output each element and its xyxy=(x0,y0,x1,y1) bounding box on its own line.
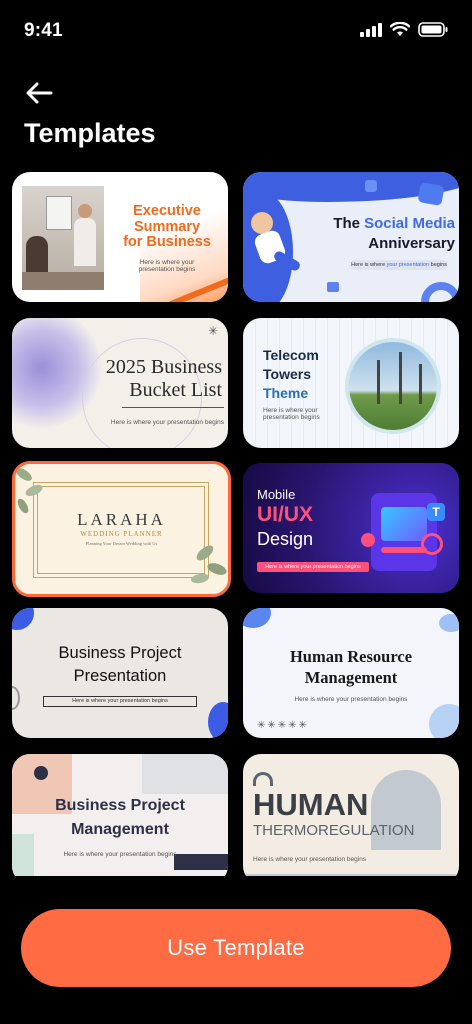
template-title: The Social Media Anniversary xyxy=(333,215,455,252)
template-card-human-resource-management[interactable]: Human Resource Management Here is where … xyxy=(243,608,459,738)
magnifier-icon xyxy=(421,533,443,555)
office-photo xyxy=(22,186,104,290)
battery-icon xyxy=(418,22,448,37)
template-title: Business Project Presentation xyxy=(58,644,182,685)
divider xyxy=(122,407,224,408)
template-card-social-media-anniversary[interactable]: The Social Media Anniversary Here is whe… xyxy=(243,172,459,302)
template-card-executive-summary[interactable]: Executive Summary for Business Here is w… xyxy=(12,172,228,302)
template-subtitle: Here is where your presentation begins xyxy=(350,260,448,270)
tower-photo xyxy=(345,338,441,434)
whiteboard xyxy=(46,196,72,230)
wifi-icon xyxy=(390,22,410,36)
chat-icon xyxy=(417,182,445,206)
avatar-bubble xyxy=(361,533,375,547)
template-title: Telecom Towers Theme xyxy=(263,347,319,401)
leaves-bottom-right xyxy=(187,540,228,594)
template-grid: Executive Summary for Business Here is w… xyxy=(12,172,460,876)
grey-block xyxy=(142,754,228,794)
template-title-line1: Mobile xyxy=(257,487,296,502)
light-blob xyxy=(439,614,459,632)
back-button[interactable] xyxy=(24,78,58,108)
template-title: Human Resource Management xyxy=(289,647,413,687)
small-arch xyxy=(253,772,273,786)
template-title: HUMAN xyxy=(253,787,369,822)
type-icon: T xyxy=(427,503,445,521)
blue-blob-top xyxy=(12,608,34,630)
template-title: 2025 Business Bucket List xyxy=(105,356,222,401)
template-card-mobile-ui-ux-design[interactable]: Mobile UI/UX Design Here is where your p… xyxy=(243,463,459,593)
use-template-button[interactable]: Use Template xyxy=(21,909,451,987)
template-title: Business Project Management xyxy=(55,797,185,838)
template-card-2025-business-bucket-list[interactable]: ✳ 2025 Business Bucket List Here is wher… xyxy=(12,318,228,448)
table xyxy=(22,272,104,290)
template-subtitle: Here is where your presentation begins xyxy=(138,259,196,273)
bottom-band xyxy=(243,874,459,876)
template-subtitle: Here is where your presentation begins xyxy=(263,407,320,421)
status-time: 9:41 xyxy=(24,20,63,41)
sparkle-icon: ✳ xyxy=(208,324,219,338)
template-subtitle: Here is where your presentation begins xyxy=(43,696,197,707)
presenter-body xyxy=(74,218,96,266)
status-icons xyxy=(360,22,448,37)
presenter-head xyxy=(78,204,92,218)
tower-1 xyxy=(377,360,380,404)
blue-blob-bottom xyxy=(208,702,228,738)
blob-bottom xyxy=(429,704,459,738)
template-subtitle: Here is where your presentation begins xyxy=(253,856,367,863)
template-title: Executive Summary for Business xyxy=(123,203,211,250)
template-tagline: Planning Your Dream Wedding with Us xyxy=(85,541,158,546)
template-title-line2: UI/UX xyxy=(257,503,314,526)
template-card-human-thermoregulation[interactable]: HUMAN THERMOREGULATION Here is where you… xyxy=(243,754,459,876)
profile-icon xyxy=(365,180,377,192)
audience-person xyxy=(26,236,48,276)
template-card-business-project-management[interactable]: Business Project Management Here is wher… xyxy=(12,754,228,876)
template-subtitle: Here is where your presentation begins xyxy=(110,419,224,426)
template-card-telecom-towers-theme[interactable]: Telecom Towers Theme Here is where your … xyxy=(243,318,459,448)
circle-outline xyxy=(12,686,20,710)
template-title-line2: THERMOREGULATION xyxy=(253,822,415,839)
template-card-laraha-wedding-planner[interactable]: LARAHA WEDDING PLANNER Planning Your Dre… xyxy=(12,461,231,597)
tower-2 xyxy=(399,352,402,404)
status-bar: 9:41 xyxy=(0,0,472,62)
ring-shape xyxy=(421,282,459,302)
template-card-business-project-presentation[interactable]: Business Project Presentation Here is wh… xyxy=(12,608,228,738)
template-subtitle: Here is where your presentation begins xyxy=(294,696,408,703)
blue-blob-top xyxy=(243,608,271,628)
arrow-left-icon xyxy=(26,82,53,104)
template-subtitle: WEDDING PLANNER xyxy=(80,530,163,538)
signal-icon xyxy=(360,22,382,37)
tower-3 xyxy=(419,364,422,404)
template-title: LARAHA xyxy=(77,510,166,529)
page-title: Templates xyxy=(24,118,156,148)
play-icon xyxy=(327,282,339,292)
template-subtitle: Here is where your presentation begins xyxy=(63,851,177,858)
star-decoration: ✳✳✳✳✳ xyxy=(257,720,309,731)
template-subtitle: Here is where your presentation begins xyxy=(257,562,369,572)
navy-dot xyxy=(34,766,48,780)
template-title-line3: Design xyxy=(257,529,314,549)
